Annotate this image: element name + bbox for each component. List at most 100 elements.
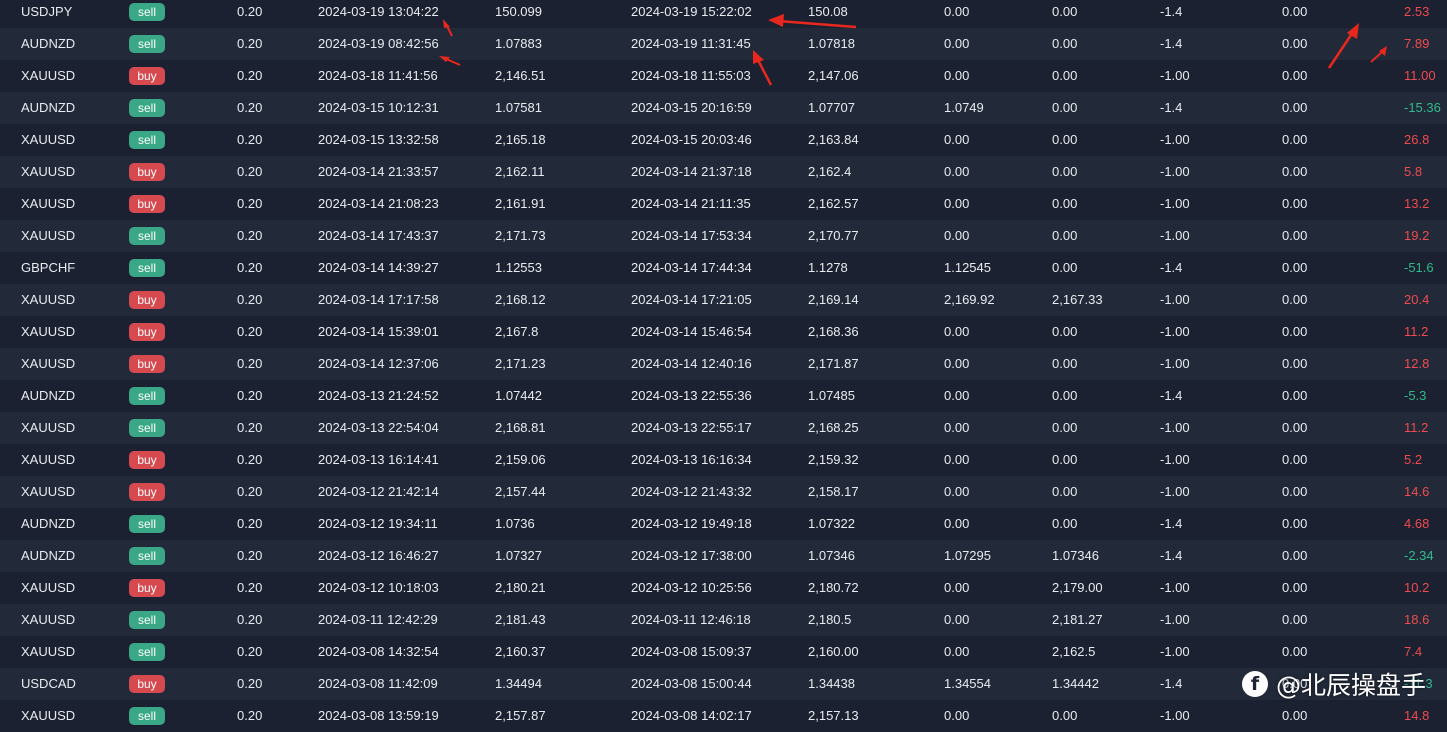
lots-cell: 0.20	[237, 548, 263, 563]
close-price-cell: 2,168.25	[808, 420, 859, 435]
swap-cell: -1.00	[1160, 644, 1190, 659]
symbol-cell: AUDNZD	[21, 100, 76, 115]
symbol-cell: USDCAD	[21, 676, 76, 691]
side-cell: sell	[129, 700, 165, 732]
swap-cell: -1.00	[1160, 292, 1190, 307]
commission-cell: 0.00	[1282, 708, 1308, 723]
table-row[interactable]: GBPCHF sell 0.20 2024-03-14 14:39:27 1.1…	[0, 252, 1447, 284]
take-profit-cell: 0.00	[1052, 132, 1078, 147]
table-row[interactable]: XAUUSD buy 0.20 2024-03-14 21:08:23 2,16…	[0, 188, 1447, 220]
symbol-cell: XAUUSD	[21, 356, 76, 371]
table-row[interactable]: XAUUSD sell 0.20 2024-03-08 13:59:19 2,1…	[0, 700, 1447, 732]
lots-cell: 0.20	[237, 356, 263, 371]
open-time-cell: 2024-03-08 14:32:54	[318, 644, 439, 659]
table-row[interactable]: AUDNZD sell 0.20 2024-03-13 21:24:52 1.0…	[0, 380, 1447, 412]
close-time-cell: 2024-03-12 17:38:00	[631, 548, 752, 563]
swap-cell: -1.00	[1160, 132, 1190, 147]
swap-cell: -1.00	[1160, 228, 1190, 243]
table-row[interactable]: XAUUSD buy 0.20 2024-03-12 10:18:03 2,18…	[0, 572, 1447, 604]
side-badge: buy	[129, 355, 165, 373]
profit-cell: 11.2	[1404, 324, 1429, 339]
open-time-cell: 2024-03-13 21:24:52	[318, 388, 439, 403]
stop-loss-cell: 1.0749	[944, 100, 984, 115]
side-badge: buy	[129, 483, 165, 501]
open-time-cell: 2024-03-12 16:46:27	[318, 548, 439, 563]
take-profit-cell: 1.34442	[1052, 676, 1099, 691]
take-profit-cell: 0.00	[1052, 516, 1078, 531]
open-price-cell: 1.0736	[495, 516, 535, 531]
lots-cell: 0.20	[237, 388, 263, 403]
side-cell: buy	[129, 476, 165, 508]
table-row[interactable]: USDCAD buy 0.20 2024-03-08 11:42:09 1.34…	[0, 668, 1447, 700]
table-row[interactable]: XAUUSD buy 0.20 2024-03-14 17:17:58 2,16…	[0, 284, 1447, 316]
watermark: f @北辰操盘手	[1242, 666, 1426, 702]
swap-cell: -1.4	[1160, 36, 1183, 51]
table-row[interactable]: AUDNZD sell 0.20 2024-03-15 10:12:31 1.0…	[0, 92, 1447, 124]
table-row[interactable]: AUDNZD sell 0.20 2024-03-12 16:46:27 1.0…	[0, 540, 1447, 572]
open-time-cell: 2024-03-18 11:41:56	[318, 68, 438, 83]
commission-cell: 0.00	[1282, 548, 1308, 563]
open-price-cell: 2,168.12	[495, 292, 546, 307]
table-row[interactable]: USDJPY sell 0.20 2024-03-19 13:04:22 150…	[0, 0, 1447, 28]
close-price-cell: 150.08	[808, 4, 848, 19]
profit-cell: 14.6	[1404, 484, 1430, 499]
close-time-cell: 2024-03-15 20:03:46	[631, 132, 752, 147]
commission-cell: 0.00	[1282, 132, 1308, 147]
table-row[interactable]: XAUUSD sell 0.20 2024-03-11 12:42:29 2,1…	[0, 604, 1447, 636]
close-time-cell: 2024-03-14 15:46:54	[631, 324, 752, 339]
side-cell: sell	[129, 28, 165, 60]
profit-cell: 7.4	[1404, 644, 1423, 659]
close-price-cell: 1.1278	[808, 260, 848, 275]
table-row[interactable]: XAUUSD buy 0.20 2024-03-12 21:42:14 2,15…	[0, 476, 1447, 508]
open-price-cell: 2,181.43	[495, 612, 546, 627]
open-time-cell: 2024-03-13 16:14:41	[318, 452, 439, 467]
table-row[interactable]: XAUUSD buy 0.20 2024-03-18 11:41:56 2,14…	[0, 60, 1447, 92]
commission-cell: 0.00	[1282, 644, 1308, 659]
swap-cell: -1.00	[1160, 356, 1190, 371]
open-price-cell: 2,180.21	[495, 580, 546, 595]
lots-cell: 0.20	[237, 164, 263, 179]
side-cell: sell	[129, 92, 165, 124]
symbol-cell: XAUUSD	[21, 164, 76, 179]
lots-cell: 0.20	[237, 484, 263, 499]
open-price-cell: 2,157.44	[495, 484, 546, 499]
side-badge: buy	[129, 163, 165, 181]
profit-cell: -2.34	[1404, 548, 1434, 563]
lots-cell: 0.20	[237, 452, 263, 467]
close-price-cell: 2,162.4	[808, 164, 852, 179]
take-profit-cell: 1.07346	[1052, 548, 1099, 563]
side-cell: sell	[129, 0, 165, 28]
stop-loss-cell: 1.07295	[944, 548, 991, 563]
open-time-cell: 2024-03-12 21:42:14	[318, 484, 439, 499]
table-row[interactable]: AUDNZD sell 0.20 2024-03-19 08:42:56 1.0…	[0, 28, 1447, 60]
profit-cell: 13.2	[1404, 196, 1430, 211]
stop-loss-cell: 0.00	[944, 452, 970, 467]
lots-cell: 0.20	[237, 36, 263, 51]
close-time-cell: 2024-03-15 20:16:59	[631, 100, 752, 115]
open-price-cell: 1.07581	[495, 100, 542, 115]
swap-cell: -1.00	[1160, 484, 1190, 499]
table-row[interactable]: XAUUSD buy 0.20 2024-03-14 21:33:57 2,16…	[0, 156, 1447, 188]
profit-cell: 5.8	[1404, 164, 1423, 179]
table-row[interactable]: XAUUSD buy 0.20 2024-03-14 12:37:06 2,17…	[0, 348, 1447, 380]
table-row[interactable]: XAUUSD sell 0.20 2024-03-08 14:32:54 2,1…	[0, 636, 1447, 668]
lots-cell: 0.20	[237, 676, 263, 691]
table-row[interactable]: XAUUSD sell 0.20 2024-03-14 17:43:37 2,1…	[0, 220, 1447, 252]
open-price-cell: 2,157.87	[495, 708, 546, 723]
symbol-cell: GBPCHF	[21, 260, 76, 275]
commission-cell: 0.00	[1282, 452, 1308, 467]
open-time-cell: 2024-03-13 22:54:04	[318, 420, 439, 435]
stop-loss-cell: 0.00	[944, 196, 970, 211]
take-profit-cell: 0.00	[1052, 324, 1078, 339]
close-time-cell: 2024-03-13 22:55:17	[631, 420, 752, 435]
table-row[interactable]: XAUUSD buy 0.20 2024-03-14 15:39:01 2,16…	[0, 316, 1447, 348]
table-row[interactable]: XAUUSD sell 0.20 2024-03-15 13:32:58 2,1…	[0, 124, 1447, 156]
side-badge: buy	[129, 451, 165, 469]
commission-cell: 0.00	[1282, 228, 1308, 243]
table-row[interactable]: XAUUSD sell 0.20 2024-03-13 22:54:04 2,1…	[0, 412, 1447, 444]
table-row[interactable]: XAUUSD buy 0.20 2024-03-13 16:14:41 2,15…	[0, 444, 1447, 476]
table-row[interactable]: AUDNZD sell 0.20 2024-03-12 19:34:11 1.0…	[0, 508, 1447, 540]
stop-loss-cell: 2,169.92	[944, 292, 995, 307]
open-time-cell: 2024-03-08 11:42:09	[318, 676, 438, 691]
take-profit-cell: 0.00	[1052, 100, 1078, 115]
